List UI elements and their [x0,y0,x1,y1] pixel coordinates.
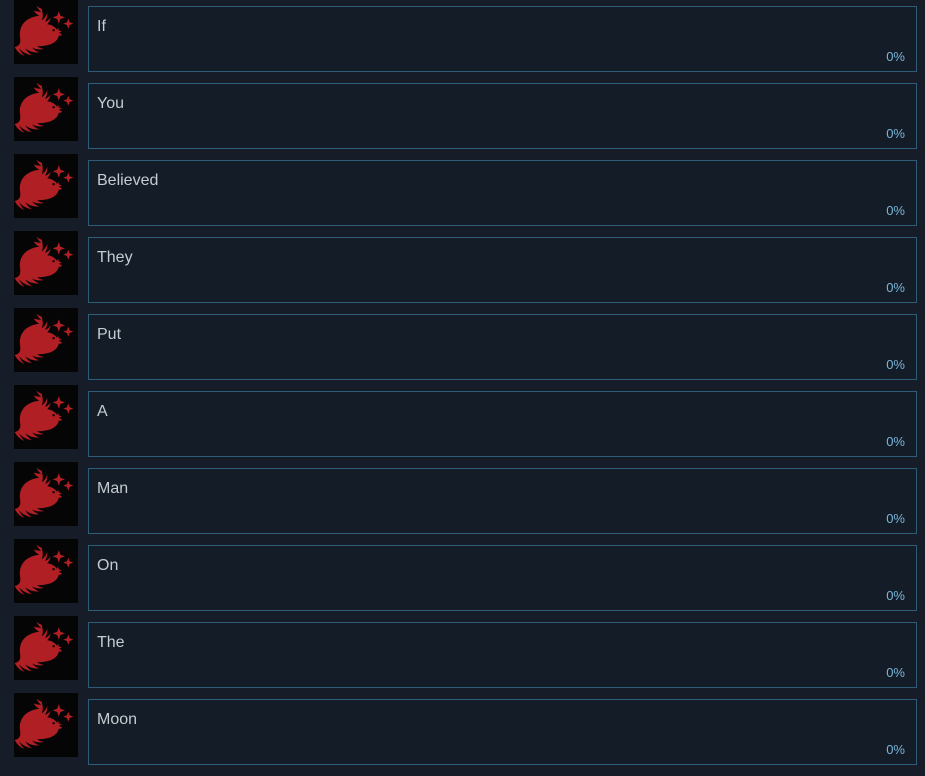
entry-percent: 0% [886,126,905,141]
wolf-head-sparkles-icon [14,231,78,295]
wolf-head-sparkles-icon [14,385,78,449]
entry-percent: 0% [886,742,905,757]
list-item[interactable]: If 0% [0,0,925,72]
entry-label: Put [97,326,122,343]
entry-label: If [97,18,106,35]
list-item[interactable]: On 0% [0,539,925,611]
wolf-head-sparkles-icon [14,539,78,603]
list-item[interactable]: Moon 0% [0,693,925,765]
entry-label: A [97,403,108,420]
entry-box[interactable]: Moon 0% [88,699,917,765]
wolf-head-sparkles-icon [14,308,78,372]
entry-label: You [97,95,124,112]
list-item[interactable]: Man 0% [0,462,925,534]
wolf-head-sparkles-icon [14,77,78,141]
entry-percent: 0% [886,203,905,218]
entry-percent: 0% [886,511,905,526]
entry-percent: 0% [886,49,905,64]
entry-box[interactable]: On 0% [88,545,917,611]
entry-percent: 0% [886,665,905,680]
entry-box[interactable]: Man 0% [88,468,917,534]
list-item[interactable]: The 0% [0,616,925,688]
entry-percent: 0% [886,434,905,449]
entry-percent: 0% [886,280,905,295]
wolf-head-sparkles-icon [14,154,78,218]
entry-list: If 0% You 0% Believed 0% They 0% Put 0% … [0,0,925,765]
wolf-head-sparkles-icon [14,462,78,526]
entry-box[interactable]: They 0% [88,237,917,303]
entry-label: Moon [97,711,138,728]
list-item[interactable]: They 0% [0,231,925,303]
entry-box[interactable]: Believed 0% [88,160,917,226]
entry-label: On [97,557,119,574]
wolf-head-sparkles-icon [14,0,78,64]
entry-label: The [97,634,125,651]
entry-box[interactable]: If 0% [88,6,917,72]
wolf-head-sparkles-icon [14,693,78,757]
entry-label: They [97,249,133,266]
entry-box[interactable]: You 0% [88,83,917,149]
list-item[interactable]: Believed 0% [0,154,925,226]
entry-box[interactable]: A 0% [88,391,917,457]
list-item[interactable]: You 0% [0,77,925,149]
entry-percent: 0% [886,588,905,603]
entry-label: Man [97,480,129,497]
wolf-head-sparkles-icon [14,616,78,680]
entry-box[interactable]: The 0% [88,622,917,688]
entry-label: Believed [97,172,159,189]
list-item[interactable]: Put 0% [0,308,925,380]
entry-box[interactable]: Put 0% [88,314,917,380]
list-item[interactable]: A 0% [0,385,925,457]
entry-percent: 0% [886,357,905,372]
